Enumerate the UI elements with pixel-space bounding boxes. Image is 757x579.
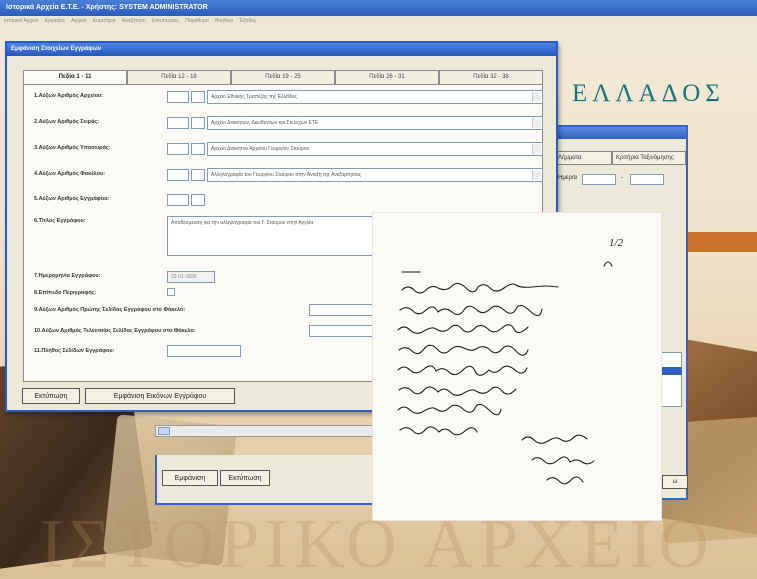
document-no-field[interactable] [167, 194, 189, 206]
menu-item[interactable]: Εργασίες [45, 18, 65, 24]
dialog-title: Εμφάνιση Στοιχείων Εγγράφων [7, 43, 556, 56]
menu-item[interactable]: Ευρετήρια [93, 18, 116, 24]
manuscript-paper [372, 212, 662, 521]
series-no-field[interactable] [167, 117, 189, 129]
folder-no-label: 4.Αύξων Αριθμός Φακέλου: [34, 171, 106, 177]
document-no-label: 5.Αύξων Αριθμός Εγγράφου: [34, 196, 110, 202]
print-button[interactable]: Εκτύπωση [220, 470, 270, 486]
app-menubar: Ιστορικό Αρχείο Εργασίες Αρχεία Ευρετήρι… [0, 16, 757, 25]
menu-item[interactable]: Έξοδος [239, 18, 256, 24]
detail-level-label: 8.Επίπεδο Περιγραφής: [34, 290, 97, 296]
manuscript-image: 1/2 [372, 212, 662, 521]
tab-fields-26-31[interactable]: Πεδία 26 - 31 [335, 70, 439, 84]
tab-bar: Πεδία 1 - 11 Πεδία 12 - 18 Πεδία 19 - 25… [23, 70, 543, 85]
subseries-no-label: 3.Αύξων Αριθμός Υποσειράς: [34, 145, 111, 151]
page-count-label: 11.Πλήθος Σελίδων Εγγράφου: [34, 348, 115, 354]
tab-sort-criteria[interactable]: Κριτήρια Ταξινόμησης [612, 151, 686, 165]
series-no-field-2[interactable] [191, 117, 205, 129]
menu-item[interactable]: Παράθυρα [185, 18, 209, 24]
subseries-desc-field[interactable]: Αρχείο Διοικητού Αρχείου Γεωργίου Σταύρο… [207, 142, 543, 156]
document-title-label: 6.Τίτλος Εγγράφου: [34, 218, 86, 224]
page-count-field[interactable] [167, 345, 241, 357]
close-button[interactable]: ω [662, 475, 688, 489]
tab-lemmata[interactable]: Λήμματα [554, 151, 612, 165]
background-title: ΕΛΛΑΔΟΣ [572, 80, 725, 107]
folder-no-field-2[interactable] [191, 169, 205, 181]
tab-fields-19-25[interactable]: Πεδία 19 - 25 [231, 70, 335, 84]
document-date-field[interactable]: 22-01-1826 [167, 271, 215, 283]
menu-item[interactable]: Εκτυπώσεις [152, 18, 179, 24]
show-button[interactable]: Εμφάνιση [162, 470, 218, 486]
archive-no-field[interactable] [167, 91, 189, 103]
scroll-left-icon[interactable] [158, 427, 170, 435]
detail-level-checkbox[interactable] [167, 288, 175, 296]
desktop-background: ΕΛΛΑΔΟΣ ΙΣΤΟΡΙΚΟ ΑΡΧΕΙΟ Ιστορικά Αρχεία … [0, 0, 757, 579]
document-no-field-2[interactable] [191, 194, 205, 206]
show-images-button[interactable]: Εμφάνιση Εικόνων Εγγράφου [85, 388, 235, 404]
date-label: Ημερ/α [558, 175, 578, 181]
date-from-field[interactable] [582, 174, 616, 185]
subseries-no-field-2[interactable] [191, 143, 205, 155]
document-date-label: 7.Ημερομηνία Εγγράφου: [34, 273, 101, 279]
menu-item[interactable]: Αρχεία [71, 18, 86, 24]
archive-no-label: 1.Αύξων Αριθμός Αρχείου: [34, 93, 104, 99]
page-marker: 1/2 [609, 237, 624, 249]
first-page-label: 9.Αύξων Αριθμός Πρώτης Σελίδας Εγγράφου … [34, 307, 186, 313]
tab-fields-1-11[interactable]: Πεδία 1 - 11 [23, 70, 127, 85]
last-page-label: 10.Αύξων Αριθμός Τελευταίας Σελίδας Εγγρ… [34, 328, 196, 334]
folder-no-field[interactable] [167, 169, 189, 181]
folder-desc-field[interactable]: Αλληλογραφία του Γεωργίου Σταύρου στην Ά… [207, 168, 543, 182]
range-separator: - [621, 175, 623, 181]
subseries-no-field[interactable] [167, 143, 189, 155]
archive-desc-field[interactable]: Αρχείο Εθνικής Τραπέζης της Ελλάδος [207, 90, 543, 104]
series-desc-field[interactable]: Αρχείο Διοικητών, Διευθυντών και Στελεχώ… [207, 116, 543, 130]
menu-item[interactable]: Αναζήτηση [122, 18, 146, 24]
app-titlebar: Ιστορικά Αρχεία Ε.Τ.Ε. - Χρήστης: SYSTEM… [0, 0, 757, 16]
archive-no-field-2[interactable] [191, 91, 205, 103]
menu-item[interactable]: Βοήθεια [215, 18, 233, 24]
tab-fields-32-38[interactable]: Πεδία 32 - 38 [439, 70, 543, 84]
tab-fields-12-18[interactable]: Πεδία 12 - 18 [127, 70, 231, 84]
print-button[interactable]: Εκτύπωση [22, 388, 80, 404]
date-to-field[interactable] [630, 174, 664, 185]
series-no-label: 2.Αύξων Αριθμός Σειράς: [34, 119, 100, 125]
menu-item[interactable]: Ιστορικό Αρχείο [4, 18, 38, 24]
